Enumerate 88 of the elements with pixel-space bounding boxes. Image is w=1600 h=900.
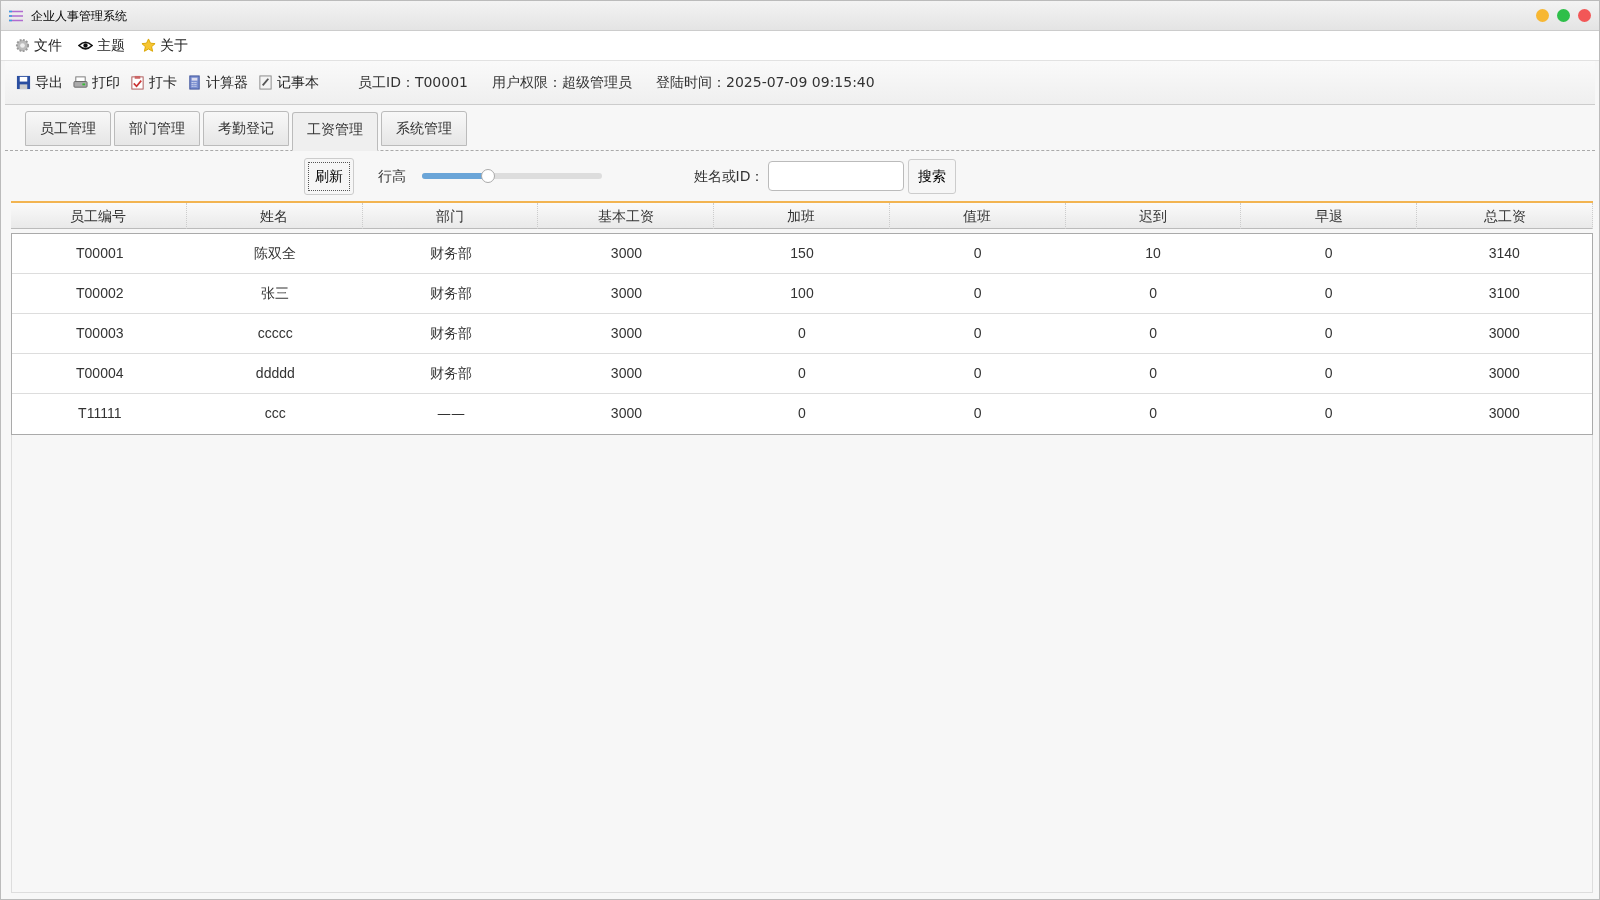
table-cell-text: 0 <box>1323 404 1334 423</box>
table-cell-text: 3000 <box>1487 404 1521 423</box>
table-cell-text: 财务部 <box>428 364 473 383</box>
table-cell-text: ccccc <box>256 324 294 343</box>
table-cell-text: 3000 <box>609 244 643 263</box>
table-cell-text: T00004 <box>75 364 125 383</box>
search-button[interactable]: 搜索 <box>908 158 957 194</box>
table-cell-text: 陈双全 <box>253 244 298 263</box>
table-cell-text: 3140 <box>1487 244 1521 263</box>
status-info: 员工ID：T00001 <box>357 73 468 92</box>
table-cell-text: 3000 <box>609 324 643 343</box>
column-header[interactable]: 早退 <box>1241 203 1418 229</box>
column-header[interactable]: 部门 <box>362 203 539 229</box>
table-cell-text: T11111 <box>77 404 123 423</box>
window-title: 企业人事管理系统 <box>31 7 127 25</box>
notepad-icon <box>258 75 273 90</box>
clipboard-icon <box>130 75 145 90</box>
toolbar-button[interactable]: 记事本 <box>255 72 322 93</box>
table-cell-text: —— <box>435 404 466 423</box>
column-header[interactable]: 总工资 <box>1417 203 1593 229</box>
table-cell-text: 0 <box>797 404 807 423</box>
table-cell-text: 3000 <box>609 404 643 423</box>
table-cell-text: 财务部 <box>428 284 473 303</box>
column-header[interactable]: 加班 <box>714 203 890 229</box>
table-cell-text: 0 <box>972 404 983 423</box>
toolbar-button[interactable]: 计算器 <box>184 72 251 93</box>
gear-icon <box>15 38 30 53</box>
column-header[interactable]: 基本工资 <box>538 203 715 229</box>
search-label: 姓名或ID： <box>693 166 765 186</box>
refresh-button[interactable]: 刷新 <box>303 157 354 195</box>
menu-item[interactable]: 关于 <box>135 35 194 56</box>
app-menu-icon <box>9 9 23 22</box>
table-cell-text: 0 <box>1323 284 1334 303</box>
table-cell-text: 0 <box>972 284 983 303</box>
menu-item[interactable]: 文件 <box>9 35 68 56</box>
table-cell-text: 0 <box>972 324 983 343</box>
toolbar-button[interactable]: 打印 <box>70 72 123 93</box>
table-cell-text: 财务部 <box>428 244 473 263</box>
table-cell-text: 0 <box>797 364 807 383</box>
status-info: 登陆时间：2025-07-09 09:15:40 <box>656 73 875 92</box>
table-cell-text: T00001 <box>75 244 125 263</box>
table-cell-text: 3000 <box>609 364 643 383</box>
table-cell-text: ccc <box>263 404 287 423</box>
slider-thumb[interactable] <box>481 169 496 183</box>
tab[interactable]: 考勤登记 <box>203 111 289 146</box>
search-field[interactable] <box>768 161 905 191</box>
tab[interactable]: 工资管理 <box>292 112 378 151</box>
table-cell-text: 3000 <box>609 284 643 303</box>
table-cell-text: 财务部 <box>428 324 473 343</box>
tab[interactable]: 系统管理 <box>381 111 467 146</box>
table-cell-text: 0 <box>972 244 983 263</box>
table-cell-text: 0 <box>1323 244 1334 263</box>
table-cell-text: 0 <box>1323 324 1334 343</box>
eye-icon <box>78 38 93 53</box>
table-cell-text: 0 <box>797 324 807 343</box>
menu-item[interactable]: 主题 <box>72 35 131 56</box>
toolbar-button[interactable]: 打卡 <box>127 72 180 93</box>
star-icon <box>141 38 156 53</box>
toolbar-button[interactable]: 导出 <box>13 72 66 93</box>
table-cell-text: 150 <box>789 244 815 263</box>
table-cell-text: 3000 <box>1487 324 1521 343</box>
table-cell-text: 0 <box>1148 404 1158 423</box>
tab[interactable]: 员工管理 <box>25 111 111 146</box>
table-cell-text: 0 <box>1148 284 1158 303</box>
table-cell-text: ddddd <box>254 364 296 383</box>
table-cell-text: 3100 <box>1487 284 1521 303</box>
printer-icon <box>73 75 88 90</box>
column-header[interactable]: 迟到 <box>1065 203 1242 229</box>
table-cell-text: 0 <box>972 364 983 383</box>
table-cell-text: T00003 <box>75 324 125 343</box>
column-header[interactable]: 姓名 <box>186 203 363 229</box>
table-cell-text: 张三 <box>260 284 291 303</box>
row-height-label: 行高 <box>377 166 406 186</box>
tab[interactable]: 部门管理 <box>114 111 200 146</box>
column-header[interactable]: 值班 <box>889 203 1066 229</box>
maximize-button[interactable] <box>1557 9 1570 22</box>
table-cell-text: 3000 <box>1487 364 1521 383</box>
table-cell-text: 100 <box>789 284 815 303</box>
table-cell-text: 10 <box>1144 244 1162 263</box>
table-cell-text: 0 <box>1148 364 1158 383</box>
status-info: 用户权限：超级管理员 <box>492 73 632 92</box>
table-cell-text: T00002 <box>75 284 125 303</box>
column-header[interactable]: 员工编号 <box>11 203 187 229</box>
minimize-button[interactable] <box>1536 9 1549 22</box>
table-cell-text: 0 <box>1323 364 1334 383</box>
table-cell-text: 0 <box>1148 324 1158 343</box>
calculator-icon <box>187 75 202 90</box>
close-button[interactable] <box>1578 9 1591 22</box>
